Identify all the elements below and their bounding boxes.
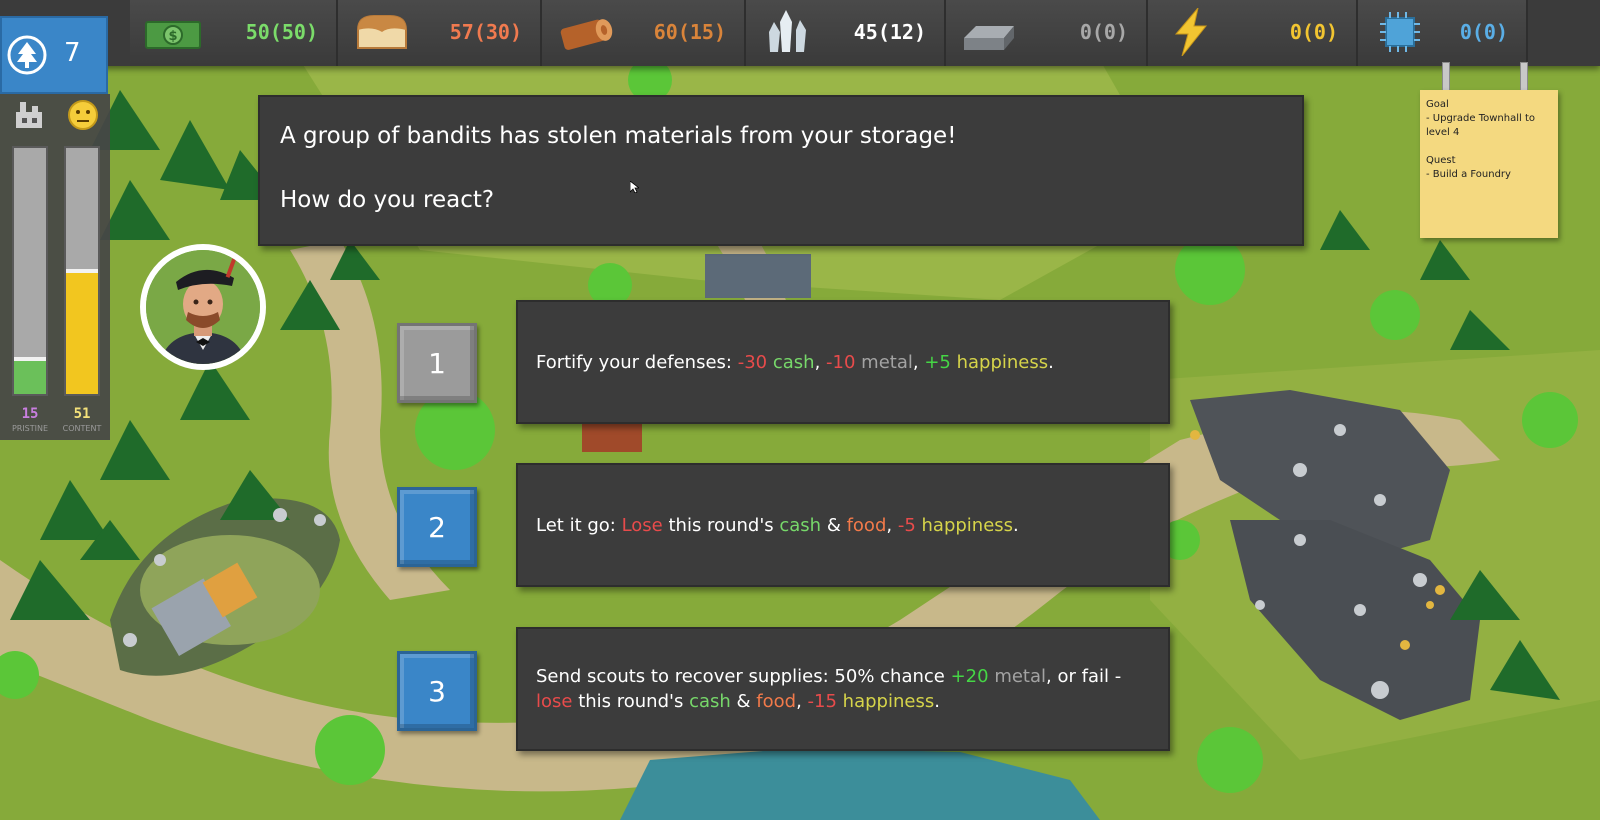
resource-cash: $ 50(50) (130, 0, 338, 66)
event-dialog: A group of bandits has stolen materials … (258, 95, 1304, 246)
energy-value: 0(0) (1289, 20, 1338, 44)
resource-crystal: 45(12) (746, 0, 946, 66)
pristine-value: 15 (21, 406, 39, 422)
choice-3-segment: happiness (842, 691, 935, 712)
wood-value: 60(15) (653, 20, 726, 44)
turn-counter: 7 (0, 16, 108, 94)
crystal-value: 45(12) (853, 20, 926, 44)
resource-bar: $ 50(50) 57(30) 60(15) 45(12) 0(0) 0(0) … (0, 0, 1600, 66)
chip-icon (1380, 12, 1420, 52)
choice-2-segment: happiness (921, 514, 1014, 536)
choice-2-option[interactable]: Let it go: Lose this round's cash & food… (516, 463, 1170, 587)
choice-3-button[interactable]: 3 (397, 651, 477, 731)
food-value: 57(30) (449, 20, 522, 44)
resource-wood: 60(15) (542, 0, 746, 66)
factory-icon (16, 102, 42, 128)
choice-2-segment: food (846, 514, 887, 536)
advisor-portrait (140, 244, 266, 370)
choice-1-segment: cash (772, 351, 815, 373)
choice-1-number: 1 (428, 346, 446, 380)
mouse-cursor-icon (630, 181, 639, 193)
choice-1-segment: -10 (826, 351, 856, 373)
pristine-meter (12, 146, 48, 396)
tech-value: 0(0) (1459, 20, 1508, 44)
neutral-face-icon (68, 100, 98, 130)
goal-item: - Upgrade Townhall to level 4 (1426, 113, 1536, 138)
choice-3-segment: -15 (807, 691, 837, 712)
choice-2-segment: this round's (662, 514, 780, 536)
choice-3-segment: metal (994, 666, 1047, 687)
choice-1-segment: , (912, 351, 925, 373)
metal-value: 0(0) (1079, 20, 1128, 44)
status-meters: 15 51 PRISTINE CONTENT (0, 94, 110, 440)
metal-ingot-icon (964, 26, 1014, 50)
cash-icon: $ (145, 21, 201, 49)
pristine-label: PRISTINE (11, 424, 49, 433)
choice-3-segment: , or fail - (1046, 666, 1122, 687)
content-meter (64, 146, 100, 396)
choice-3-segment: , (796, 691, 808, 712)
resource-tech: 0(0) (1358, 0, 1528, 66)
choice-3-number: 3 (428, 674, 446, 708)
quest-item: - Build a Foundry (1426, 169, 1511, 180)
content-meter-fill (66, 268, 98, 394)
choice-3-segment: food (756, 691, 797, 712)
bread-icon (357, 15, 407, 49)
choice-2-text: Let it go: Lose this round's cash & food… (536, 513, 1019, 538)
choice-1-segment: Fortify your defenses: (536, 351, 738, 373)
choice-3-segment: +20 (950, 666, 989, 687)
choice-3-segment: & (730, 691, 757, 712)
choice-1-segment: , (814, 351, 827, 373)
choice-2-segment: & (821, 514, 847, 536)
svg-text:$: $ (168, 29, 177, 44)
event-question: How do you react? (280, 187, 495, 213)
choice-2-number: 2 (428, 510, 446, 544)
globe-tree-icon (7, 35, 47, 75)
content-label: CONTENT (62, 424, 102, 433)
goal-title: Goal (1426, 99, 1449, 110)
choice-2-segment: cash (779, 514, 822, 536)
choice-3-segment: Send scouts to recover supplies: 50% cha… (536, 666, 951, 687)
choice-2-segment: . (1013, 514, 1019, 536)
event-message: A group of bandits has stolen materials … (280, 123, 957, 149)
choice-3-segment: cash (689, 691, 731, 712)
resource-food: 57(30) (338, 0, 542, 66)
turn-number: 7 (64, 38, 81, 68)
choice-2-segment: Lose (621, 514, 663, 536)
choice-1-button[interactable]: 1 (397, 323, 477, 403)
crystal-icon (769, 10, 806, 52)
choice-1-segment: +5 (924, 351, 951, 373)
advisor-figure (146, 250, 260, 364)
resource-metal: 0(0) (946, 0, 1148, 66)
choice-3-option[interactable]: Send scouts to recover supplies: 50% cha… (516, 627, 1170, 751)
quest-title: Quest (1426, 155, 1456, 166)
choice-3-segment: this round's (572, 691, 690, 712)
choice-2-button[interactable]: 2 (397, 487, 477, 567)
choice-3-segment: . (934, 691, 940, 712)
content-value: 51 (73, 406, 91, 422)
pristine-meter-fill (14, 357, 46, 394)
log-icon (560, 19, 613, 50)
choice-1-segment: metal (861, 351, 913, 373)
lightning-icon (1174, 8, 1208, 56)
resource-energy: 0(0) (1148, 0, 1358, 66)
choice-1-option[interactable]: Fortify your defenses: -30 cash, -10 met… (516, 300, 1170, 424)
choice-2-segment: Let it go: (536, 514, 622, 536)
choice-2-segment: -5 (897, 514, 916, 536)
choice-2-segment: , (886, 514, 898, 536)
cash-value: 50(50) (245, 20, 318, 44)
choice-1-segment: -30 (737, 351, 768, 373)
goal-note: Goal - Upgrade Townhall to level 4 Quest… (1420, 90, 1558, 238)
choice-1-segment: . (1048, 351, 1054, 373)
choice-3-segment: lose (536, 691, 573, 712)
choice-3-text: Send scouts to recover supplies: 50% cha… (536, 664, 1150, 714)
choice-1-text: Fortify your defenses: -30 cash, -10 met… (536, 350, 1054, 375)
choice-1-segment: happiness (956, 351, 1049, 373)
